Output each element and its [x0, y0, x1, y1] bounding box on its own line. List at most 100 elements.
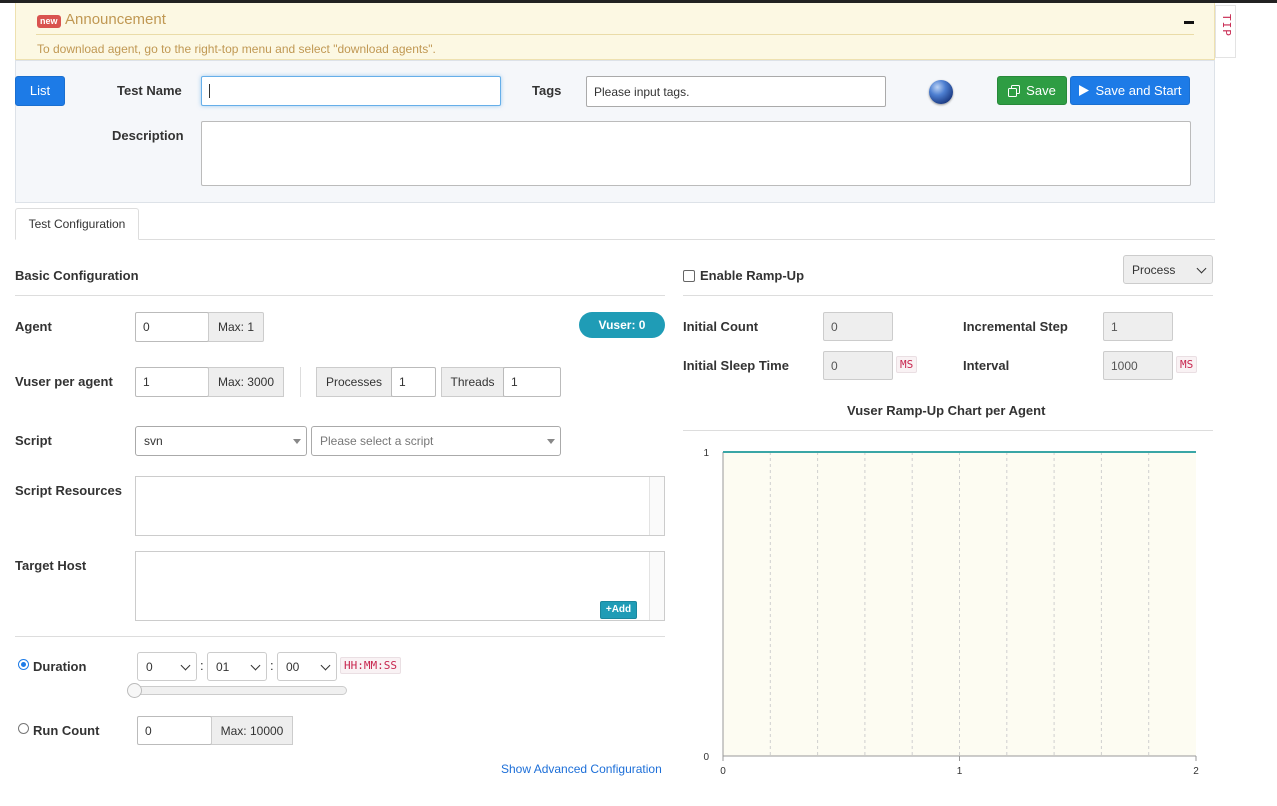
- target-host-label: Target Host: [15, 558, 87, 573]
- duration-radio[interactable]: [18, 659, 29, 670]
- interval-label: Interval: [963, 358, 1010, 373]
- save-and-start-button[interactable]: Save and Start: [1070, 76, 1190, 105]
- initial-sleep-label: Initial Sleep Time: [683, 358, 789, 373]
- announcement-divider: [36, 34, 1194, 35]
- agent-input[interactable]: 0: [135, 312, 209, 342]
- add-host-button[interactable]: +Add: [600, 601, 637, 619]
- script-type-value: svn: [144, 434, 163, 448]
- agent-max-addon: Max: 1: [208, 312, 264, 342]
- basic-config-divider: [15, 295, 665, 296]
- chart-y-tick-label: 0: [703, 752, 709, 763]
- save-button-label: Save: [1026, 83, 1056, 98]
- run-count-radio[interactable]: [18, 723, 29, 734]
- copy-icon: [1008, 84, 1021, 97]
- initial-count-label: Initial Count: [683, 319, 759, 334]
- tab-test-configuration[interactable]: Test Configuration: [15, 208, 139, 240]
- chevron-down-icon: [180, 660, 191, 670]
- chevron-down-icon: [1196, 263, 1207, 273]
- chevron-down-icon: [320, 660, 331, 670]
- announcement-message: To download agent, go to the right-top m…: [37, 42, 436, 56]
- enable-rampup-checkbox[interactable]: [683, 270, 695, 282]
- threads-addon: Threads: [441, 367, 504, 397]
- caret-down-icon: [293, 439, 301, 444]
- time-separator: :: [200, 658, 204, 673]
- new-badge: new: [37, 15, 61, 28]
- description-label: Description: [112, 128, 184, 143]
- script-resources-box[interactable]: [135, 476, 665, 536]
- incremental-step-input[interactable]: 1: [1103, 312, 1173, 341]
- add-host-label: Add: [611, 604, 632, 615]
- duration-format-hint: HH:MM:SS: [340, 657, 401, 674]
- run-count-label: Run Count: [33, 723, 100, 738]
- caret-down-icon: [547, 439, 555, 444]
- announcement-panel: new Announcement To download agent, go t…: [15, 3, 1215, 60]
- chart-x-tick-label: 2: [1193, 766, 1199, 777]
- play-icon: [1078, 85, 1089, 96]
- globe-icon[interactable]: [929, 80, 953, 104]
- tab-bar-line: [15, 239, 1215, 240]
- duration-hours-value: 0: [146, 659, 153, 674]
- initial-sleep-unit: MS: [896, 356, 918, 373]
- rampup-divider: [683, 295, 1213, 296]
- enable-rampup-label: Enable Ramp-Up: [700, 268, 805, 283]
- tip-tab[interactable]: TIP: [1215, 5, 1236, 58]
- vuser-divider: [300, 367, 301, 397]
- script-type-select[interactable]: svn: [135, 426, 307, 456]
- vuser-per-agent-input[interactable]: 1: [135, 367, 209, 397]
- duration-seconds-value: 00: [286, 659, 300, 674]
- vuser-per-agent-max-addon: Max: 3000: [208, 367, 284, 397]
- interval-input[interactable]: 1000: [1103, 351, 1173, 380]
- duration-minutes-select[interactable]: 01: [207, 652, 267, 681]
- chevron-down-icon: [250, 660, 261, 670]
- time-separator: :: [270, 658, 274, 673]
- processes-input[interactable]: 1: [391, 367, 436, 397]
- chart-title: Vuser Ramp-Up Chart per Agent: [847, 403, 1046, 418]
- target-host-box[interactable]: [135, 551, 665, 621]
- duration-slider-track[interactable]: [135, 686, 347, 695]
- rampup-mode-value: Process: [1132, 262, 1176, 277]
- chart-title-divider: [683, 430, 1213, 431]
- script-select[interactable]: Please select a script: [311, 426, 561, 456]
- run-count-max-addon: Max: 10000: [211, 716, 293, 745]
- text-cursor: [209, 84, 210, 98]
- chart-x-tick-label: 0: [720, 766, 726, 777]
- duration-divider: [15, 636, 665, 637]
- tip-label: TIP: [1220, 14, 1233, 37]
- tags-input[interactable]: Please input tags.: [586, 76, 886, 107]
- rampup-chart: 0 1 2 0 1: [703, 448, 1199, 777]
- script-label: Script: [15, 433, 52, 448]
- test-name-input[interactable]: [201, 76, 501, 106]
- tags-label: Tags: [532, 83, 562, 98]
- save-and-start-label: Save and Start: [1095, 83, 1182, 98]
- vuser-per-agent-label: Vuser per agent: [15, 374, 113, 389]
- script-placeholder: Please select a script: [320, 434, 434, 448]
- scrollbar[interactable]: [649, 552, 664, 620]
- description-textarea[interactable]: [201, 121, 1191, 186]
- duration-slider-handle[interactable]: [127, 683, 142, 698]
- vuser-count-badge: Vuser: 0: [579, 312, 665, 338]
- duration-hours-select[interactable]: 0: [137, 652, 197, 681]
- announcement-title: Announcement: [65, 11, 166, 28]
- chart-y-tick-label: 1: [703, 448, 709, 459]
- chart-x-tick-label: 1: [957, 766, 963, 777]
- rampup-mode-select[interactable]: Process: [1123, 255, 1213, 284]
- collapse-icon[interactable]: [1184, 13, 1196, 27]
- show-advanced-config-link[interactable]: Show Advanced Configuration: [501, 762, 662, 776]
- duration-label: Duration: [33, 659, 87, 674]
- test-name-label: Test Name: [117, 83, 182, 98]
- duration-seconds-select[interactable]: 00: [277, 652, 337, 681]
- incremental-step-label: Incremental Step: [963, 319, 1068, 334]
- tags-placeholder: Please input tags.: [594, 84, 690, 99]
- list-button[interactable]: List: [15, 76, 65, 106]
- threads-input[interactable]: 1: [503, 367, 561, 397]
- interval-unit: MS: [1176, 356, 1198, 373]
- save-button[interactable]: Save: [997, 76, 1067, 105]
- basic-config-title: Basic Configuration: [15, 268, 139, 283]
- scrollbar[interactable]: [649, 477, 664, 535]
- duration-minutes-value: 01: [216, 659, 230, 674]
- processes-addon: Processes: [316, 367, 392, 397]
- script-resources-label: Script Resources: [15, 483, 122, 498]
- initial-sleep-input[interactable]: 0: [823, 351, 893, 380]
- run-count-input[interactable]: 0: [137, 716, 212, 745]
- initial-count-input[interactable]: 0: [823, 312, 893, 341]
